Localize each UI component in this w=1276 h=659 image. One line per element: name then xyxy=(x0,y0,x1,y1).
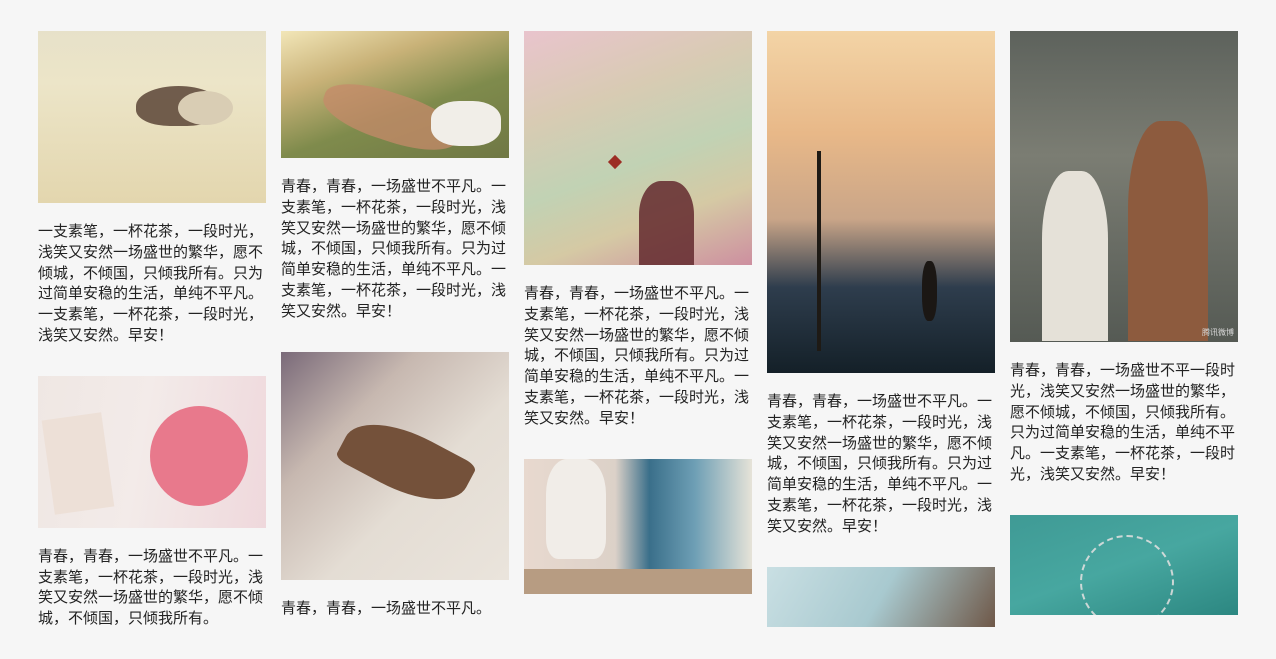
photo-card[interactable]: 青春，青春，一场盛世不平凡。一支素笔，一杯花茶，一段时光，浅笑又安然一场盛世的繁… xyxy=(524,31,752,429)
photo-card[interactable] xyxy=(1010,514,1238,615)
card-caption: 青春，青春，一场盛世不平凡。 xyxy=(281,598,492,617)
book-and-leaf-photo[interactable] xyxy=(281,351,509,580)
column-1: 一支素笔，一杯花茶，一段时光，浅笑又安然一场盛世的繁华，愿不倾城，不倾国，只倾我… xyxy=(38,31,266,659)
column-3: 青春，青春，一场盛世不平凡。一支素笔，一杯花茶，一段时光，浅笑又安然一场盛世的繁… xyxy=(524,31,752,624)
watermark: 腾讯微博 xyxy=(1202,328,1234,337)
anime-couple-illustration[interactable]: 腾讯微博 xyxy=(1010,31,1238,342)
fantasy-sky-painting[interactable] xyxy=(767,31,995,373)
photo-card[interactable]: 一支素笔，一杯花茶，一段时光，浅笑又安然一场盛世的繁华，愿不倾城，不倾国，只倾我… xyxy=(38,31,266,346)
photo-card[interactable] xyxy=(767,566,995,627)
column-2: 青春，青春，一场盛世不平凡。一支素笔，一杯花茶，一段时光，浅笑又安然一场盛世的繁… xyxy=(281,31,509,648)
column-4: 青春，青春，一场盛世不平凡。一支素笔，一杯花茶，一段时光，浅笑又安然一场盛世的繁… xyxy=(767,31,995,657)
photo-card[interactable]: 青春，青春，一场盛世不平凡。一支素笔，一杯花茶，一段时光，浅笑又安然一场盛世的繁… xyxy=(38,375,266,629)
girl-profile-painting[interactable] xyxy=(767,566,995,627)
column-5: 腾讯微博 青春，青春，一场盛世不平一段时光，浅笑又安然一场盛世的繁华，愿不倾城，… xyxy=(1010,31,1238,645)
girl-in-grass-photo[interactable] xyxy=(281,31,509,158)
photo-card[interactable]: 腾讯微博 青春，青春，一场盛世不平一段时光，浅笑又安然一场盛世的繁华，愿不倾城，… xyxy=(1010,31,1238,485)
card-caption: 青春，青春，一场盛世不平凡。一支素笔，一杯花茶，一段时光，浅笑又安然一场盛世的繁… xyxy=(281,177,507,320)
dandelion-teal-photo[interactable] xyxy=(1010,514,1238,615)
photo-card[interactable]: 青春，青春，一场盛世不平凡。一支素笔，一杯花茶，一段时光，浅笑又安然一场盛世的繁… xyxy=(767,31,995,537)
photo-card[interactable]: 青春，青春，一场盛世不平凡。一支素笔，一杯花茶，一段时光，浅笑又安然一场盛世的繁… xyxy=(281,31,509,322)
beach-girl-photo[interactable] xyxy=(38,31,266,203)
girl-by-blue-door-photo[interactable] xyxy=(524,458,752,594)
girl-holding-starfish-photo[interactable] xyxy=(524,31,752,265)
photo-wall: 一支素笔，一杯花茶，一段时光，浅笑又安然一场盛世的繁华，愿不倾城，不倾国，只倾我… xyxy=(0,0,1276,627)
card-caption: 青春，青春，一场盛世不平凡。一支素笔，一杯花茶，一段时光，浅笑又安然一场盛世的繁… xyxy=(767,392,993,535)
with-love-rose-photo[interactable] xyxy=(38,375,266,528)
photo-card[interactable]: 青春，青春，一场盛世不平凡。 xyxy=(281,351,509,619)
card-caption: 青春，青春，一场盛世不平一段时光，浅笑又安然一场盛世的繁华，愿不倾城，不倾国，只… xyxy=(1010,361,1236,483)
photo-card[interactable] xyxy=(524,458,752,594)
card-caption: 一支素笔，一杯花茶，一段时光，浅笑又安然一场盛世的繁华，愿不倾城，不倾国，只倾我… xyxy=(38,222,264,344)
card-caption: 青春，青春，一场盛世不平凡。一支素笔，一杯花茶，一段时光，浅笑又安然一场盛世的繁… xyxy=(38,546,264,628)
card-caption: 青春，青春，一场盛世不平凡。一支素笔，一杯花茶，一段时光，浅笑又安然一场盛世的繁… xyxy=(524,284,750,427)
